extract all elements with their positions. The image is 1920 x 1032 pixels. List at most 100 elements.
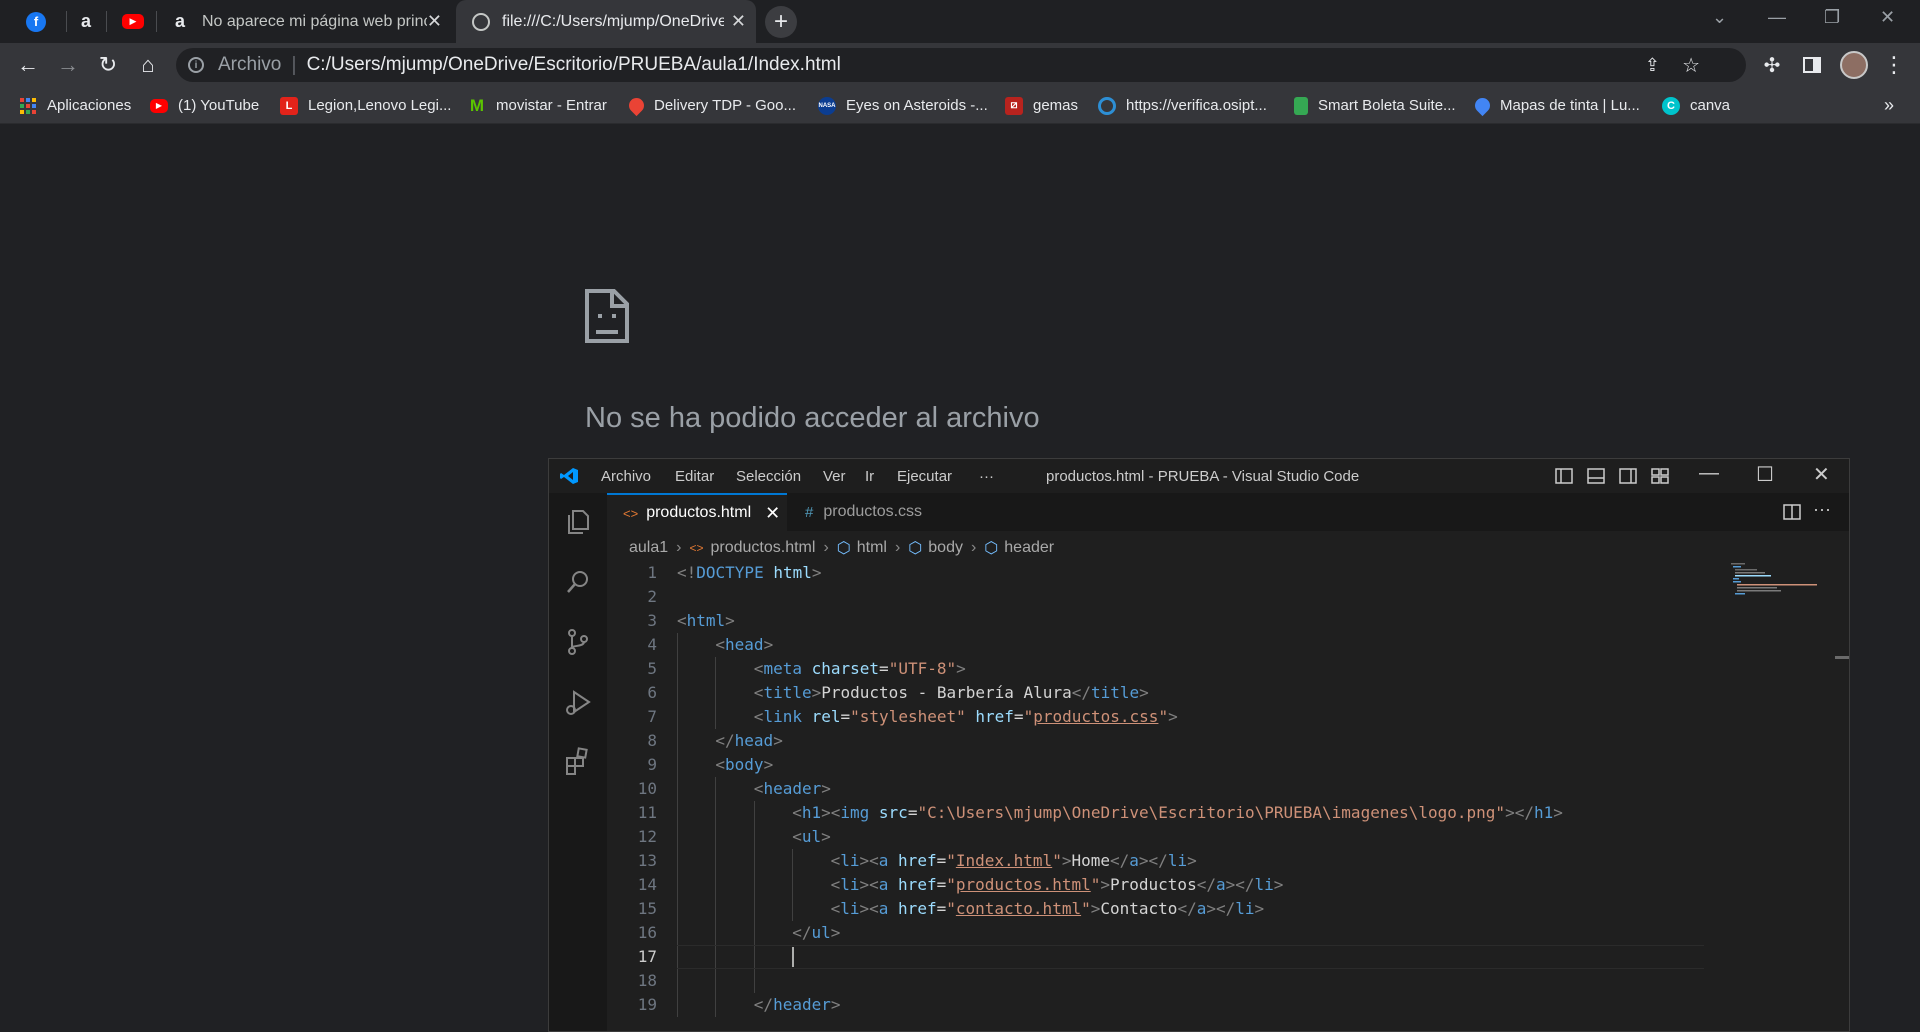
menu-ver[interactable]: Ver	[823, 459, 846, 493]
side-panel-icon[interactable]	[1798, 51, 1826, 79]
menu-kebab-icon[interactable]: ⋮	[1880, 51, 1908, 79]
bookmark-smart-boleta[interactable]: Smart Boleta Suite...	[1294, 87, 1456, 124]
forward-icon[interactable]: →	[54, 51, 82, 79]
close-window-icon[interactable]: ✕	[1880, 7, 1895, 28]
code-line[interactable]: 14 <li><a href="productos.html">Productos…	[607, 873, 1657, 897]
extensions-icon[interactable]	[561, 745, 595, 779]
close-tab-icon[interactable]: ✕	[731, 11, 746, 32]
tab-title: file:///C:/Users/mjump/OneDrive	[502, 12, 724, 30]
bookmark-star-icon[interactable]: ☆	[1682, 53, 1700, 78]
restore-icon[interactable]: ❐	[1824, 7, 1840, 28]
code-editor[interactable]: 1 <!DOCTYPE html> 2 3 <html> 4 <head> 5 <meta ch…	[607, 561, 1849, 1031]
bookmark-delivery[interactable]: Delivery TDP - Goo...	[625, 87, 796, 124]
toggle-secondary-sidebar-icon[interactable]	[1618, 466, 1638, 486]
profile-avatar[interactable]	[1840, 51, 1868, 79]
breadcrumb-file[interactable]: productos.html	[711, 539, 816, 557]
split-editor-icon[interactable]	[1783, 503, 1801, 521]
code-token: =	[840, 707, 851, 726]
editor-scrollbar[interactable]	[1835, 561, 1849, 1031]
tab-file-active[interactable]: file:///C:/Users/mjump/OneDrive ✕	[456, 0, 756, 43]
code-line[interactable]: 12 <ul>	[607, 825, 1657, 849]
home-icon[interactable]: ⌂	[134, 51, 162, 79]
vscode-close-icon[interactable]: ✕	[1813, 462, 1830, 487]
code-line[interactable]: 5 <meta charset="UTF-8">	[607, 657, 1657, 681]
code-token: <!	[677, 563, 697, 582]
bookmark-mapas[interactable]: Mapas de tinta | Lu...	[1471, 87, 1640, 124]
code-token: </	[715, 731, 735, 750]
breadcrumb-html[interactable]: html	[857, 539, 887, 557]
new-tab-button[interactable]: +	[765, 6, 797, 38]
address-url[interactable]: C:/Users/mjump/OneDrive/Escritorio/PRUEB…	[307, 54, 841, 76]
tab-facebook[interactable]: f	[14, 0, 66, 43]
menu-ir[interactable]: Ir	[865, 459, 874, 493]
close-tab-icon[interactable]: ✕	[765, 503, 780, 524]
code-line[interactable]: 10 <header>	[607, 777, 1657, 801]
tab-search-icon[interactable]: ⌄	[1712, 7, 1727, 28]
bookmark-label: Mapas de tinta | Lu...	[1500, 97, 1640, 114]
menu-archivo[interactable]: Archivo	[601, 459, 651, 493]
tab-youtube[interactable]: ▶	[106, 0, 156, 43]
code-line[interactable]: 3 <html>	[607, 609, 1657, 633]
bookmark-gemas[interactable]: ⧄ gemas	[1005, 87, 1078, 124]
search-icon[interactable]	[561, 565, 595, 599]
code-line[interactable]: 2	[607, 585, 1657, 609]
breadcrumb-folder[interactable]: aula1	[629, 539, 668, 557]
vscode-minimize-icon[interactable]: —	[1699, 462, 1719, 485]
bookmark-youtube[interactable]: ▶ (1) YouTube	[150, 87, 259, 124]
more-bookmarks-button[interactable]: »	[1884, 87, 1894, 124]
code-line[interactable]: 6 <title>Productos - Barbería Alura</titl…	[607, 681, 1657, 705]
code-line[interactable]: 13 <li><a href="Index.html">Home</a></li>	[607, 849, 1657, 873]
back-icon[interactable]: ←	[14, 51, 42, 79]
menu-more[interactable]: ···	[979, 459, 994, 493]
code-line[interactable]: 16 </ul>	[607, 921, 1657, 945]
code-line[interactable]: 1 <!DOCTYPE html>	[607, 561, 1657, 585]
code-token: meta	[763, 659, 802, 678]
bookmark-movistar[interactable]: M movistar - Entrar	[468, 87, 607, 124]
vscode-maximize-icon[interactable]: ☐	[1756, 462, 1774, 487]
address-bar[interactable]: i Archivo | C:/Users/mjump/OneDrive/Escr…	[176, 48, 1746, 82]
more-actions-icon[interactable]: ···	[1813, 499, 1831, 520]
code-line[interactable]: 4 <head>	[607, 633, 1657, 657]
code-token: href	[898, 851, 937, 870]
bookmark-apps[interactable]: Aplicaciones	[19, 87, 131, 124]
bookmark-canva[interactable]: C canva	[1662, 87, 1730, 124]
code-line[interactable]: 17	[607, 945, 1704, 969]
code-line[interactable]: 9 <body>	[607, 753, 1657, 777]
code-line[interactable]: 8 </head>	[607, 729, 1657, 753]
tab-productos-css[interactable]: # productos.css	[787, 493, 959, 531]
code-line[interactable]: 15 <li><a href="contacto.html">Contacto</…	[607, 897, 1657, 921]
code-line[interactable]: 19 </header>	[607, 993, 1657, 1017]
share-icon[interactable]: ⇪	[1645, 55, 1660, 76]
source-control-icon[interactable]	[561, 625, 595, 659]
code-token: Productos - Barbería Alura	[821, 683, 1072, 702]
customize-layout-icon[interactable]	[1650, 466, 1670, 486]
menu-editar[interactable]: Editar	[675, 459, 714, 493]
breadcrumb-body[interactable]: body	[928, 539, 963, 557]
menu-seleccion[interactable]: Selección	[736, 459, 801, 493]
minimize-icon[interactable]: —	[1768, 7, 1786, 28]
bookmark-osiptel[interactable]: https://verifica.osipt...	[1098, 87, 1267, 124]
breadcrumb-header[interactable]: header	[1004, 539, 1054, 557]
code-text: <body>	[715, 753, 773, 777]
code-line[interactable]: 11 <h1><img src="C:\Users\mjump\OneDrive\…	[607, 801, 1657, 825]
bookmark-lenovo[interactable]: L Legion,Lenovo Legi...	[280, 87, 451, 124]
tab-alura[interactable]: a	[66, 0, 106, 43]
tab-alura-forum[interactable]: a No aparece mi página web princ ✕	[160, 0, 452, 43]
menu-ejecutar[interactable]: Ejecutar	[897, 459, 952, 493]
html-file-icon: <>	[623, 505, 639, 521]
toggle-panel-icon[interactable]	[1586, 466, 1606, 486]
explorer-icon[interactable]	[561, 505, 595, 539]
extensions-icon[interactable]: ✣	[1758, 51, 1786, 79]
code-line[interactable]: 18	[607, 969, 1657, 993]
code-token: </	[1071, 683, 1091, 702]
minimap[interactable]	[1729, 561, 1829, 611]
close-tab-icon[interactable]: ✕	[427, 11, 442, 32]
tab-productos-html[interactable]: <> productos.html ✕	[607, 493, 787, 531]
toggle-primary-sidebar-icon[interactable]	[1554, 466, 1574, 486]
code-line[interactable]: 7 <link rel="stylesheet" href="productos.…	[607, 705, 1657, 729]
reload-icon[interactable]: ↻	[94, 51, 122, 79]
run-debug-icon[interactable]	[561, 685, 595, 719]
info-icon[interactable]: i	[188, 57, 204, 73]
bookmark-asteroids[interactable]: NASA Eyes on Asteroids -...	[818, 87, 988, 124]
code-token: href	[975, 707, 1014, 726]
